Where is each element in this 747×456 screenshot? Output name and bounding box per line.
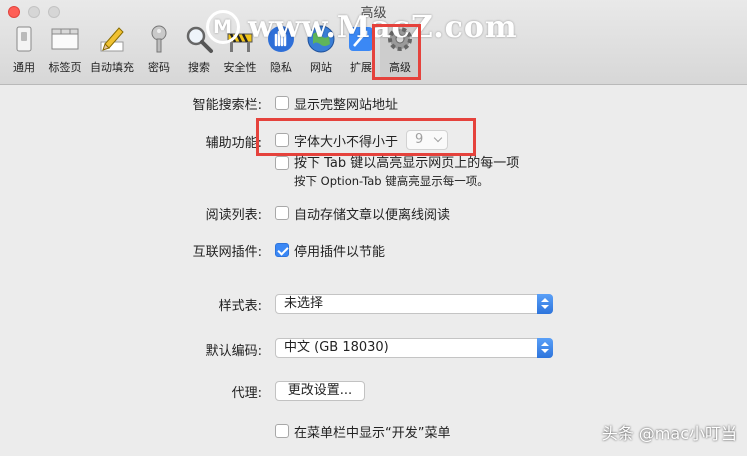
watermark-logo: M	[206, 10, 240, 44]
tab-autofill[interactable]: 自动填充	[89, 24, 135, 78]
updown-arrows-icon	[537, 294, 553, 314]
encoding-select[interactable]: 中文 (GB 18030)	[275, 338, 553, 358]
plugins-label: 互联网插件:	[192, 245, 262, 260]
stylesheet-select[interactable]: 未选择	[275, 294, 553, 314]
reading-list-label: 阅读列表:	[205, 208, 262, 223]
save-offline-checkbox[interactable]	[275, 206, 289, 220]
tab-label: 隐私	[270, 61, 292, 74]
stop-plugins-text: 停用插件以节能	[294, 245, 386, 260]
tab-label: 标签页	[48, 61, 82, 74]
pencil-icon	[100, 27, 124, 52]
tab-tabs[interactable]: 标签页	[45, 24, 85, 78]
switch-icon	[16, 26, 32, 52]
change-settings-button[interactable]: 更改设置...	[275, 381, 365, 401]
tab-label: 安全性	[223, 61, 257, 74]
show-full-address-checkbox[interactable]	[275, 96, 289, 110]
tab-general[interactable]: 通用	[6, 24, 42, 78]
highlight-font-size	[256, 118, 476, 156]
smart-search-label: 智能搜索栏:	[192, 98, 262, 113]
stylesheet-value: 未选择	[284, 296, 324, 311]
advanced-settings-panel: 智能搜索栏: 显示完整网站地址 辅助功能: 字体大小不得小于 9 按下 Tab …	[0, 85, 747, 456]
encoding-value: 中文 (GB 18030)	[284, 340, 389, 355]
tab-label: 自动填充	[90, 61, 134, 74]
preferences-window: 高级 通用 标签页 自动填充 密码 搜索 安全性 隐私 网站 扩展 高级 M w…	[0, 0, 747, 456]
tab-passwords[interactable]: 密码	[142, 24, 176, 78]
tab-label: 密码	[148, 61, 170, 74]
tab-highlight-note: 按下 Option-Tab 键高亮显示每一项。	[294, 174, 489, 188]
show-develop-menu-text: 在菜单栏中显示“开发”菜单	[294, 426, 451, 441]
tab-highlight-text: 按下 Tab 键以高亮显示网页上的每一项	[294, 156, 520, 171]
corner-watermark: 头条 @mac小叮当	[601, 424, 737, 443]
stylesheet-label: 样式表:	[218, 299, 262, 314]
tab-label: 网站	[310, 61, 332, 74]
accessibility-label: 辅助功能:	[205, 136, 262, 151]
show-full-address-text: 显示完整网站地址	[294, 98, 399, 113]
show-develop-menu-checkbox[interactable]	[275, 424, 289, 438]
proxy-label: 代理:	[231, 386, 262, 401]
highlight-advanced-tab	[372, 24, 421, 80]
tab-label: 通用	[13, 61, 35, 74]
tab-highlight-checkbox[interactable]	[275, 156, 289, 170]
encoding-label: 默认编码:	[205, 344, 262, 359]
key-icon	[151, 25, 167, 53]
tab-label: 搜索	[188, 61, 210, 74]
site-watermark: M www.MacZ.com	[206, 9, 518, 45]
stop-plugins-checkbox[interactable]	[275, 243, 289, 257]
updown-arrows-icon	[537, 338, 553, 358]
tabs-window-icon	[51, 28, 79, 50]
save-offline-text: 自动存储文章以便离线阅读	[294, 208, 451, 223]
